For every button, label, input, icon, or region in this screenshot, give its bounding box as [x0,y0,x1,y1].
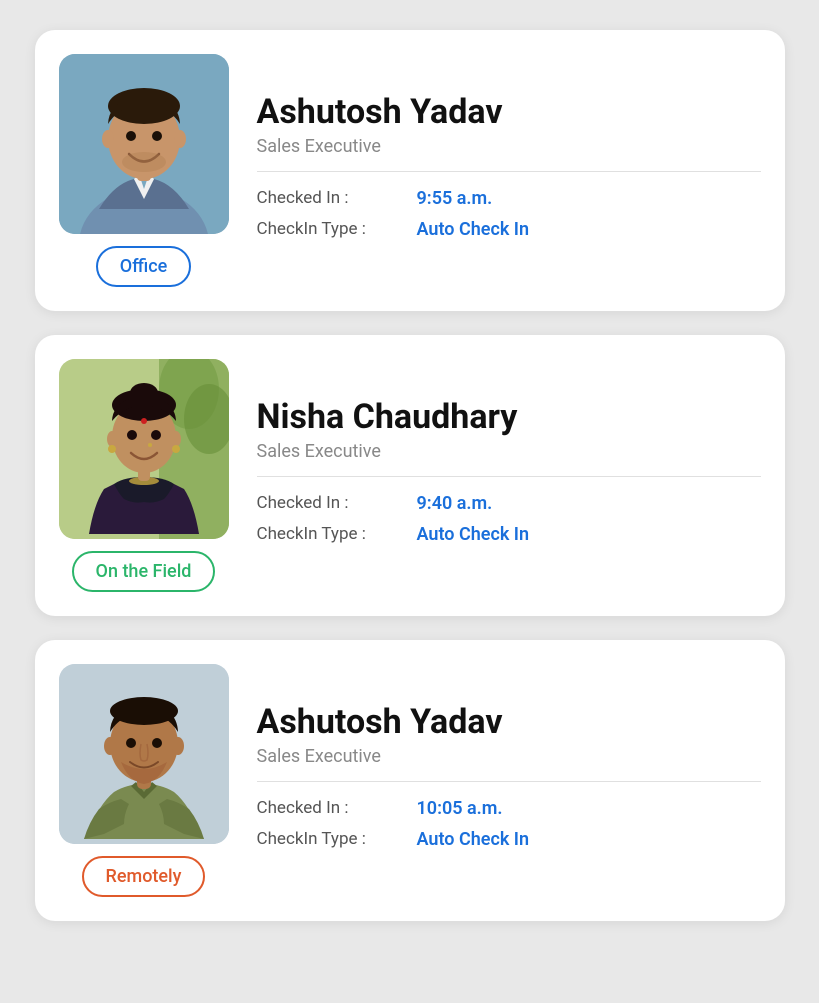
checkin-type-value-3: Auto Check In [417,829,530,850]
checkin-type-value-2: Auto Check In [417,524,530,545]
checked-in-row-1: Checked In : 9:55 a.m. [257,188,761,209]
checkin-type-label-1: CheckIn Type : [257,219,417,239]
avatar-3 [59,664,229,844]
info-column-3: Ashutosh Yadav Sales Executive Checked I… [257,664,761,897]
employee-name-3: Ashutosh Yadav [257,702,761,742]
checkin-type-row-3: CheckIn Type : Auto Check In [257,829,761,850]
checkin-type-label-2: CheckIn Type : [257,524,417,544]
employee-card-3: Remotely Ashutosh Yadav Sales Executive … [35,640,785,921]
employee-name-2: Nisha Chaudhary [257,397,761,437]
checked-in-time-1: 9:55 a.m. [417,188,493,209]
checked-in-time-2: 9:40 a.m. [417,493,493,514]
employee-card-2: On the Field Nisha Chaudhary Sales Execu… [35,335,785,616]
checked-in-row-3: Checked In : 10:05 a.m. [257,798,761,819]
checked-in-time-3: 10:05 a.m. [417,798,503,819]
employee-role-1: Sales Executive [257,136,761,172]
location-badge-2: On the Field [72,551,216,592]
avatar-2 [59,359,229,539]
employee-name-1: Ashutosh Yadav [257,92,761,132]
checkin-type-row-2: CheckIn Type : Auto Check In [257,524,761,545]
checked-in-row-2: Checked In : 9:40 a.m. [257,493,761,514]
location-badge-3: Remotely [82,856,206,897]
checked-in-label-3: Checked In : [257,798,417,818]
info-column-1: Ashutosh Yadav Sales Executive Checked I… [257,54,761,287]
checkin-type-label-3: CheckIn Type : [257,829,417,849]
employee-card-1: Office Ashutosh Yadav Sales Executive Ch… [35,30,785,311]
checkin-type-row-1: CheckIn Type : Auto Check In [257,219,761,240]
avatar-column-3: Remotely [59,664,229,897]
checked-in-label-2: Checked In : [257,493,417,513]
info-column-2: Nisha Chaudhary Sales Executive Checked … [257,359,761,592]
checked-in-label-1: Checked In : [257,188,417,208]
location-badge-1: Office [96,246,192,287]
avatar-column-2: On the Field [59,359,229,592]
employee-role-2: Sales Executive [257,441,761,477]
avatar-1 [59,54,229,234]
employee-role-3: Sales Executive [257,746,761,782]
checkin-type-value-1: Auto Check In [417,219,530,240]
avatar-column-1: Office [59,54,229,287]
